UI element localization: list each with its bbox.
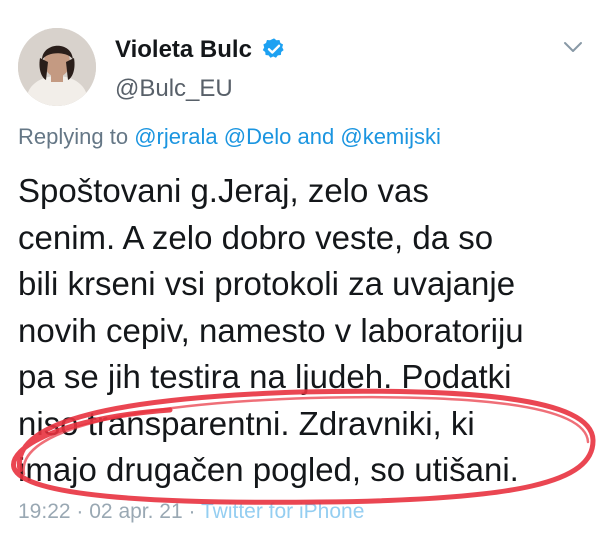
tweet-date[interactable]: 02 apr. 21: [89, 500, 182, 523]
tweet-text-line: niso transparentni. Zdravniki, ki: [18, 404, 475, 442]
mention-link[interactable]: @Delo: [224, 124, 292, 149]
tweet-text-line: imajo drugačen pogled, so utišani.: [18, 451, 519, 488]
profile-photo-icon: [18, 28, 96, 106]
display-name[interactable]: Violeta Bulc: [115, 36, 252, 64]
tweet-source[interactable]: Twitter for iPhone: [201, 500, 364, 523]
tweet-text: Spoštovani g.Jeraj, zelo vas cenim. A ze…: [18, 168, 593, 494]
handle[interactable]: @Bulc_EU: [115, 75, 233, 103]
tweet-time[interactable]: 19:22: [18, 500, 71, 523]
tweet-text-line: pa se jih testira na ljudeh. Podatki: [18, 358, 512, 395]
replying-to: Replying to @rjerala @Delo and @kemijski: [18, 124, 441, 150]
tweet-text-line: Spoštovani g.Jeraj, zelo vas: [18, 172, 429, 209]
tweet-text-line: cenim. A zelo dobro veste, da so: [18, 218, 494, 256]
tweet-card: Violeta Bulc @Bulc_EU Replying to @rjera…: [0, 0, 600, 546]
chevron-down-icon[interactable]: [563, 40, 583, 54]
reply-joiner: and: [297, 124, 335, 149]
replying-to-label: Replying to: [18, 124, 129, 149]
tweet-meta: 19:22 · 02 apr. 21 · Twitter for iPhone: [18, 500, 364, 524]
tweet-text-line: novih cepiv, namesto v laboratoriju: [18, 311, 524, 349]
meta-separator: ·: [188, 500, 196, 523]
verified-badge-icon: [262, 38, 284, 58]
mention-link[interactable]: @rjerala: [134, 124, 217, 149]
mention-link[interactable]: @kemijski: [340, 124, 441, 149]
avatar[interactable]: [18, 28, 96, 106]
tweet-text-line: bili krseni vsi protokoli za uvajanje: [18, 265, 516, 302]
meta-separator: ·: [76, 500, 84, 523]
